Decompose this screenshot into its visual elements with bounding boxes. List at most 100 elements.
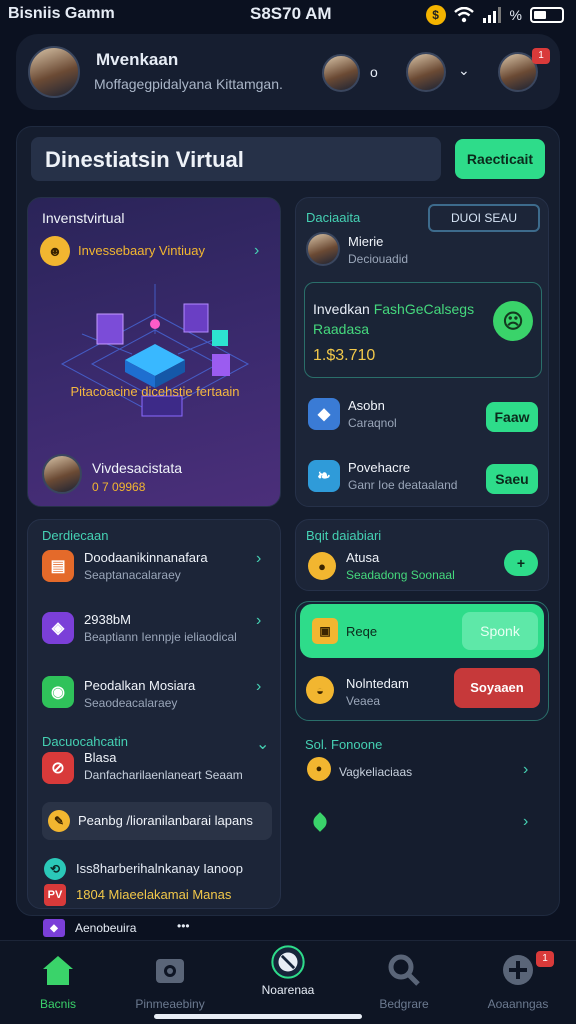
chevron-right-icon[interactable]: › — [523, 813, 528, 831]
add-icon — [503, 955, 533, 985]
list-item-sub: Seaodeacalaraey — [84, 696, 178, 710]
nav-label: Bedgrare — [379, 997, 429, 1011]
second-row-title: Povehacre — [348, 460, 411, 475]
battery-icon — [530, 7, 564, 23]
more-icon[interactable]: ••• — [177, 919, 190, 933]
shield-icon: ⊘ — [42, 752, 74, 784]
invest-title: Invedkan FashGeCalsegs — [313, 301, 475, 317]
nav-label: Bacnis — [39, 997, 77, 1011]
info-line-3: Aenobeuira — [75, 921, 137, 935]
nav-badge: 1 — [536, 951, 554, 967]
info-line-1: Iss8harberihalnkanay Ianoop — [76, 861, 243, 876]
list-header: Derdiecaan — [42, 528, 109, 543]
notice-button[interactable]: Soyaaen — [454, 668, 540, 708]
search-icon — [388, 954, 420, 986]
notification-badge: 1 — [532, 48, 550, 64]
info-line-2: 1804 Miaeelakamai Manas — [76, 887, 232, 902]
chat-icon: ◉ — [42, 676, 74, 708]
friend-avatar-1[interactable] — [322, 54, 360, 92]
list-item-sub: Seaptanacalaraey — [84, 568, 181, 582]
right-user-avatar[interactable] — [306, 232, 340, 266]
section2-header: Dacuocahcatin — [42, 734, 128, 749]
list-item-sub: Beaptiann Iennpje ieliaodical — [84, 630, 237, 644]
tag-icon: ◆ — [43, 919, 65, 937]
promo-title: Reqe — [346, 624, 378, 639]
second-row-button[interactable]: Saeu — [486, 464, 538, 494]
promo-button[interactable]: Sponk — [462, 612, 538, 650]
block-icon — [271, 945, 305, 979]
invest-summary-box[interactable]: Invedkan FashGeCalsegs Raadasa 1.$3.710 … — [304, 282, 542, 378]
card-user-name: Vivdesacistata — [92, 460, 183, 476]
sad-face-icon: ☹ — [493, 301, 533, 341]
right-list-item-title: Atusa — [346, 550, 380, 565]
avatar[interactable] — [28, 46, 80, 98]
highlight-row[interactable]: ✎ Peanbg /lioranilanbarai lapans — [42, 802, 272, 840]
second-row-sub: Ganr Ioe deataaland — [348, 478, 458, 492]
main-panel: Dinestiatsin Virtual Raecticait Invenstv… — [16, 126, 560, 937]
nav-center[interactable]: Noarenaa — [238, 945, 338, 997]
coin-icon: $ — [425, 5, 446, 25]
battery-label: % — [509, 7, 522, 23]
list-item-title: Doodaanikinnanafara — [84, 550, 208, 565]
gift-icon: ▣ — [312, 618, 338, 644]
nav-portfolio[interactable]: Pinmeaebiny — [120, 953, 220, 1011]
promo-panel: ▣ Reqe Sponk ◒ Nolntedam Veaea Soyaaen — [295, 601, 549, 721]
profile-header: Mvenkaan Moffagegpidalyana Kittamgan. o … — [16, 34, 560, 110]
highlight-text: Peanbg /lioranilanbarai lapans — [78, 813, 253, 828]
right-section-header: Sol. Fonoone — [305, 737, 383, 752]
asset-row-title: Asobn — [348, 398, 385, 413]
card-user-avatar[interactable] — [42, 454, 82, 494]
search-field[interactable]: Dinestiatsin Virtual — [31, 137, 441, 181]
chevron-down-icon[interactable]: ⌄ — [458, 62, 470, 79]
right-card-header-button[interactable]: DUOI SEAU — [428, 204, 540, 232]
pen-icon: ✎ — [48, 810, 70, 832]
banner-text: Pitacoacine dicehstie fertaain — [70, 384, 240, 399]
leaf-icon — [310, 812, 330, 832]
add-button[interactable]: + — [504, 550, 538, 576]
nav-home[interactable]: Bacnis — [8, 953, 108, 1011]
helmet-icon: ◒ — [306, 676, 334, 704]
right-user-name: Mierie — [348, 234, 384, 249]
right-user-sub: Deciouadid — [348, 252, 409, 266]
virtual-invest-card[interactable]: Invenstvirtual ☻ Invessebaary Vintiuay ›… — [27, 197, 281, 507]
chevron-right-icon[interactable]: › — [523, 761, 528, 779]
header-symbol: o — [370, 64, 378, 80]
right-list-header: Bqit daiabiari — [306, 528, 382, 543]
card-user-value: 0 7 09968 — [92, 480, 146, 494]
profile-subtitle: Moffagegpidalyana Kittamgan. — [94, 76, 283, 92]
left-list-panel: Derdiecaan ▤ Doodaanikinnanafara Seaptan… — [27, 519, 281, 909]
user-icon: ● — [307, 757, 331, 781]
chevron-right-icon[interactable]: › — [256, 678, 261, 696]
status-icons: $ % — [425, 5, 564, 25]
chevron-right-icon[interactable]: › — [256, 612, 261, 630]
list-item-title: 2938bM — [84, 612, 131, 627]
right-list-item-sub: Seadadong Soonaal — [346, 568, 455, 582]
camera-icon — [156, 959, 184, 983]
bottom-nav: Bacnis Pinmeaebiny Noarenaa Bedgrare Aoa… — [0, 940, 576, 1024]
list-item-title: Peodalkan Mosiara — [84, 678, 196, 693]
store-icon: ▤ — [42, 550, 74, 582]
nav-label: Pinmeaebiny — [135, 997, 205, 1011]
section2-item-sub: Danfacharilaenlaneart Seaam — [84, 768, 243, 782]
notice-sub: Veaea — [346, 694, 381, 708]
chevron-right-icon[interactable]: › — [256, 550, 261, 568]
profile-name: Mvenkaan — [96, 50, 179, 69]
nav-label: Aoaanngas — [487, 997, 549, 1011]
nav-label: Noarenaa — [261, 983, 315, 997]
asset-row-button[interactable]: Faaw — [486, 402, 538, 432]
chevron-down-icon[interactable]: ⌄ — [256, 734, 269, 754]
chevron-right-icon[interactable]: › — [254, 242, 259, 260]
invest-title-line2: Raadasa — [313, 321, 370, 337]
asset-icon: ◆ — [308, 398, 340, 430]
leaf-icon: ❧ — [308, 460, 340, 492]
friend-avatar-2[interactable] — [406, 52, 446, 92]
primary-action-button[interactable]: Raecticait — [455, 139, 545, 179]
nav-search[interactable]: Bedgrare — [354, 953, 454, 1011]
smile-icon: ☻ — [40, 236, 70, 266]
promo-banner[interactable]: ▣ Reqe Sponk — [300, 604, 544, 658]
section2-item-title: Blasa — [84, 750, 117, 765]
status-time: S8S70 AM — [250, 4, 332, 23]
pv-icon: PV — [44, 884, 66, 906]
right-card-label: Daciaaita — [306, 210, 361, 225]
right-info-card: Daciaaita DUOI SEAU Mierie Deciouadid In… — [295, 197, 549, 507]
